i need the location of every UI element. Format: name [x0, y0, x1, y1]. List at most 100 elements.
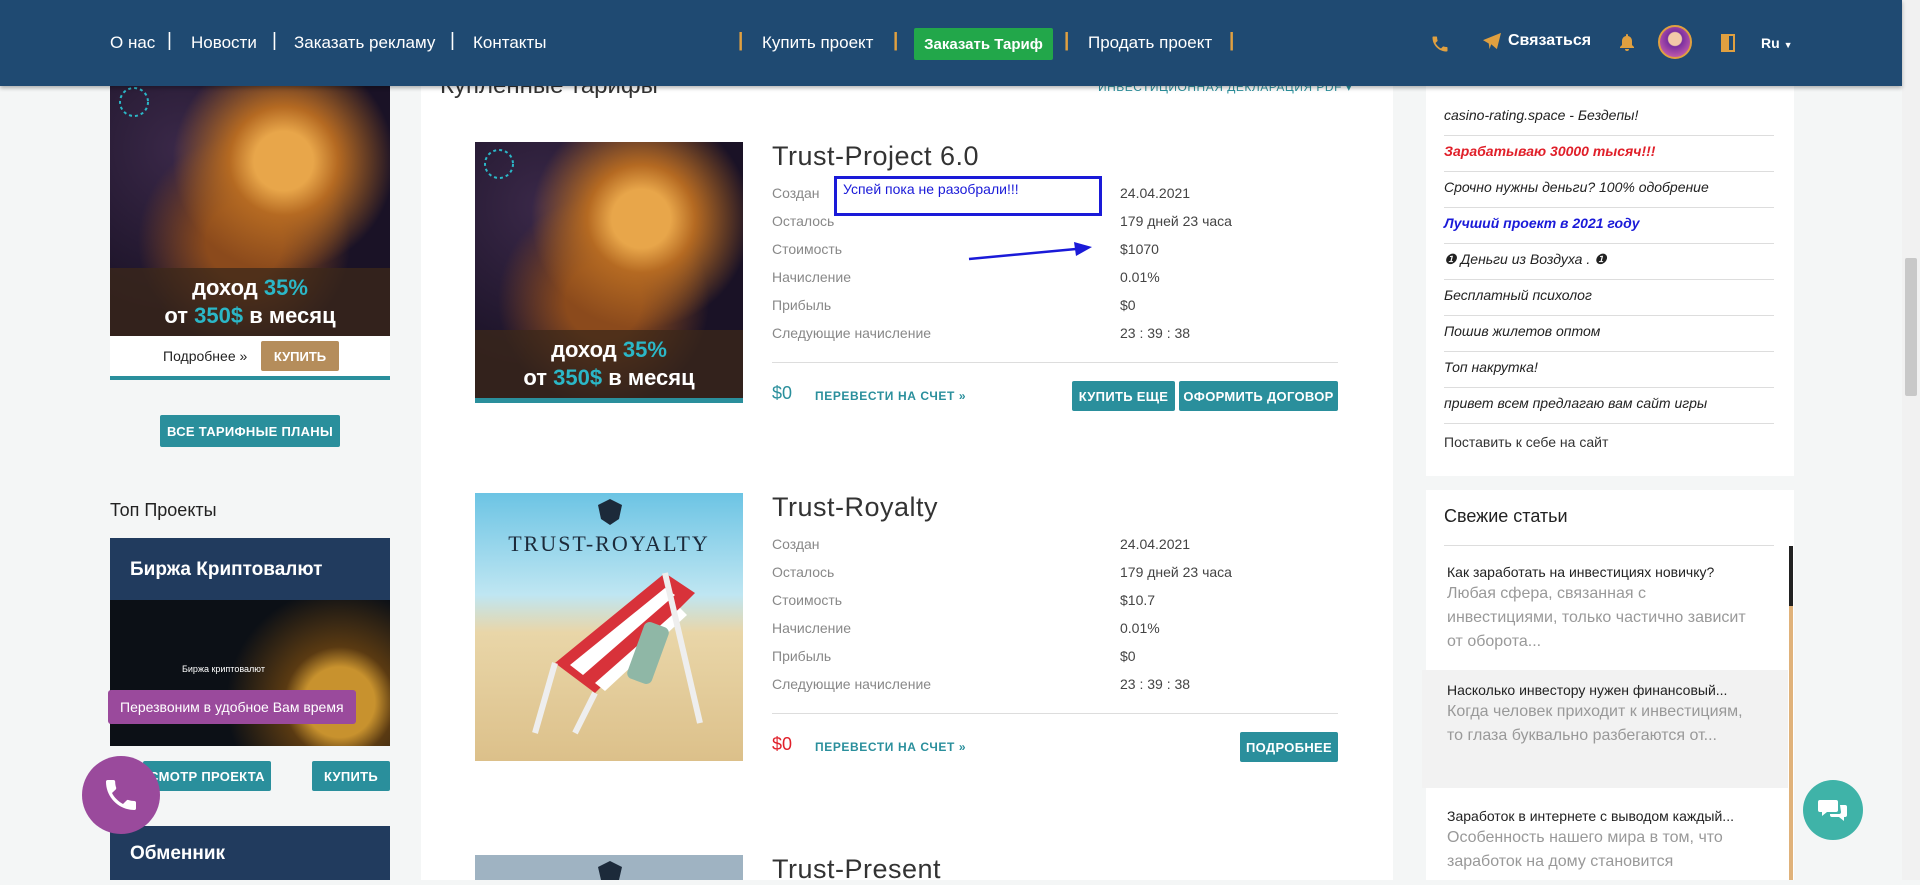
fresh-articles-title: Свежие статьи: [1444, 506, 1568, 526]
value-next-accrual: 23 : 39 : 38: [1120, 325, 1191, 341]
place-on-site-link[interactable]: Поставить к себе на сайт: [1444, 434, 1608, 450]
label-cost: Стоимость: [772, 241, 843, 257]
value-profit: $0: [1120, 648, 1136, 664]
beach-chair-illustration: [532, 572, 703, 735]
ad-item[interactable]: Лучший проект в 2021 году: [1444, 208, 1774, 244]
balance: $0: [772, 734, 793, 754]
phone-icon: [1432, 36, 1448, 52]
project-image[interactable]: TRUST-ROYALTY: [475, 493, 743, 761]
order-tariff-button[interactable]: Заказать Тариф: [914, 28, 1053, 60]
ad-item[interactable]: casino-rating.space - Бездепы!: [1444, 100, 1774, 136]
card-title: Биржа Криптовалют: [130, 559, 323, 580]
label-profit: Прибыль: [772, 648, 832, 664]
promo-footer: [110, 336, 390, 380]
phone-icon: [106, 780, 136, 810]
label-remaining: Осталось: [772, 213, 835, 229]
ad-item[interactable]: привет всем предлагаю вам сайт игры: [1444, 388, 1774, 424]
value-remaining: 179 дней 23 часа: [1120, 564, 1232, 580]
avatar[interactable]: [1658, 25, 1692, 59]
buy-button[interactable]: КУПИТЬ: [261, 341, 339, 371]
promo-banner-image[interactable]: доход 35% от 350$ в месяц: [110, 86, 390, 336]
nav-separator: |: [272, 30, 277, 51]
nav-separator: |: [167, 30, 172, 51]
nav-separator: |: [1064, 30, 1070, 51]
annotation-box: Успей пока не разобрали!!!: [834, 176, 1102, 216]
bell-icon: [1620, 34, 1634, 51]
nav-news[interactable]: Новости: [191, 33, 257, 53]
nav-separator: |: [738, 30, 744, 51]
value-profit: $0: [1120, 297, 1136, 313]
all-plans-button[interactable]: ВСЕ ТАРИФНЫЕ ПЛАНЫ: [160, 415, 340, 447]
card-buy-button[interactable]: КУПИТЬ: [312, 761, 390, 791]
label-profit: Прибыль: [772, 297, 832, 313]
chat-button[interactable]: [1803, 780, 1863, 840]
annotation-arrow-icon: [968, 242, 1092, 261]
value-remaining: 179 дней 23 часа: [1120, 213, 1232, 229]
ad-item[interactable]: ❶ Деньги из Воздуха . ❶: [1444, 244, 1774, 280]
project-title[interactable]: Trust-Royalty: [772, 492, 938, 523]
divider: [772, 362, 1338, 363]
card-image: Биржа криптовалют: [110, 600, 390, 746]
nav-order-ads[interactable]: Заказать рекламу: [294, 33, 435, 53]
exchanger-card[interactable]: Обменник: [110, 826, 390, 880]
article-item[interactable]: Заработок в интернете с выводом каждый..…: [1422, 796, 1788, 880]
notifications-button[interactable]: [1616, 32, 1638, 54]
buy-more-button[interactable]: КУПИТЬ ЕЩЕ: [1072, 381, 1175, 411]
value-accrual: 0.01%: [1120, 620, 1160, 636]
article-excerpt: Когда человек приходит к инвестициям, то…: [1447, 703, 1743, 744]
label-accrual: Начисление: [772, 620, 851, 636]
label-created: Создан: [772, 185, 820, 201]
ad-item[interactable]: Топ накрутка!: [1444, 352, 1774, 388]
project-title[interactable]: Trust-Present: [772, 854, 941, 885]
project-title[interactable]: Trust-Project 6.0: [772, 141, 979, 172]
card-title: Обменник: [130, 843, 226, 864]
project-image[interactable]: [475, 855, 743, 880]
nav-contacts[interactable]: Контакты: [473, 33, 546, 53]
article-excerpt: Любая сфера, связанная с инвестициями, т…: [1447, 585, 1746, 650]
sell-project-link[interactable]: Продать проект: [1088, 33, 1212, 53]
page-scrollbar-thumb[interactable]: [1905, 258, 1917, 396]
divider: [772, 713, 1338, 714]
value-cost: $10.7: [1120, 592, 1156, 608]
callback-tooltip: Перезвоним в удобное Вам время: [108, 690, 356, 724]
transfer-link[interactable]: ПЕРЕВЕСТИ НА СЧЕТ »: [815, 740, 966, 754]
label-cost: Стоимость: [772, 592, 843, 608]
buy-project-link[interactable]: Купить проект: [762, 33, 873, 53]
language-selector[interactable]: Ru ▼: [1761, 35, 1792, 51]
exit-button[interactable]: [1718, 32, 1738, 54]
page-scrollbar[interactable]: [1902, 0, 1920, 880]
shield-logo-icon: [598, 499, 622, 525]
label-created: Создан: [772, 536, 820, 552]
article-title: Как заработать на инвестициях новичку?: [1447, 564, 1715, 580]
ad-item[interactable]: Пошив жилетов оптом: [1444, 316, 1774, 352]
value-created: 24.04.2021: [1120, 185, 1191, 201]
label-remaining: Осталось: [772, 564, 835, 580]
project-image[interactable]: доход 35% от 350$ в месяц: [475, 142, 743, 403]
article-item[interactable]: Как заработать на инвестициях новичку? Л…: [1422, 552, 1788, 668]
call-button[interactable]: [82, 756, 160, 834]
label-next-accrual: Следующие начисление: [772, 325, 932, 341]
logo-icon: [119, 87, 149, 117]
transfer-link[interactable]: ПЕРЕВЕСТИ НА СЧЕТ »: [815, 389, 966, 403]
ad-item[interactable]: Зарабатываю 30000 тысяч!!!: [1444, 136, 1774, 172]
article-excerpt: Особенность нашего мира в том, что зараб…: [1447, 829, 1723, 870]
ad-item[interactable]: Бесплатный психолог: [1444, 280, 1774, 316]
view-project-button[interactable]: СМОТР ПРОЕКТА: [143, 761, 271, 791]
articles-scroll-thumb[interactable]: [1789, 546, 1793, 606]
article-item[interactable]: Насколько инвестору нужен финансовый... …: [1422, 670, 1788, 788]
article-title: Насколько инвестору нужен финансовый...: [1447, 682, 1728, 698]
ad-item[interactable]: Срочно нужны деньги? 100% одобрение: [1444, 172, 1774, 208]
details-button[interactable]: ПОДРОБНЕЕ: [1240, 732, 1338, 762]
balance: $0: [772, 383, 793, 403]
paper-plane-icon: [1483, 32, 1501, 50]
sidebar-gap: [1426, 476, 1794, 490]
contract-button[interactable]: ОФОРМИТЬ ДОГОВОР: [1179, 381, 1338, 411]
contact-button[interactable]: Связаться: [1482, 32, 1591, 50]
logo-icon: [484, 149, 514, 179]
value-next-accrual: 23 : 39 : 38: [1120, 676, 1191, 692]
more-link[interactable]: Подробнее »: [163, 348, 247, 364]
phone-button[interactable]: [1428, 32, 1452, 56]
promo-caption: доход 35% от 350$ в месяц: [110, 268, 390, 336]
nav-separator: |: [450, 30, 455, 51]
nav-about[interactable]: О нас: [110, 33, 155, 53]
